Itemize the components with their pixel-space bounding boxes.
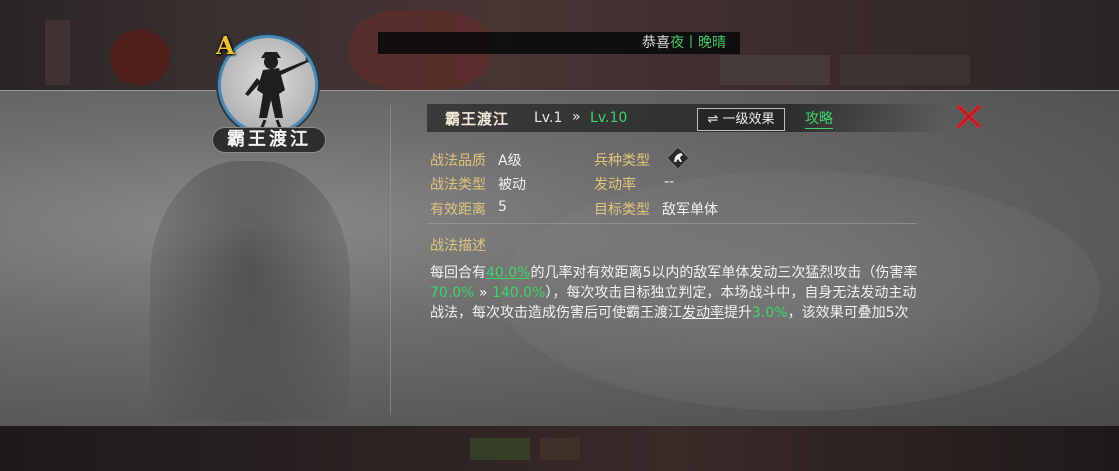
description-title: 战法描述 — [430, 238, 486, 254]
skill-name: 霸王渡江 — [445, 110, 510, 128]
skill-grade-badge: A — [216, 31, 235, 60]
trigger-chance-value[interactable]: 40.0% — [486, 265, 530, 281]
notice-player-name[interactable]: 夜丨晚晴 — [670, 35, 726, 51]
section-divider — [427, 223, 917, 224]
background-bottom — [0, 426, 1119, 471]
close-button[interactable] — [954, 101, 984, 131]
skill-description: 每回合有40.0%的几率对有效距离5以内的敌军单体发动三次猛烈攻击（伤害率70.… — [430, 265, 918, 321]
warrior-silhouette-icon — [245, 52, 313, 131]
attr-rate-value: -- — [664, 174, 675, 190]
notice-prefix: 恭喜 — [642, 35, 670, 51]
panel-divider — [390, 105, 391, 415]
guide-link[interactable]: 攻略 — [805, 110, 833, 129]
skill-detail-panel — [0, 90, 1119, 426]
damage-rate-max: 140.0% — [491, 285, 546, 301]
attr-target-label: 目标类型 — [594, 202, 650, 218]
attr-quality-value: A级 — [498, 153, 522, 169]
attr-type: 战法类型 被动 — [430, 174, 526, 194]
attr-type-label: 战法类型 — [430, 177, 486, 193]
level-effect-toggle-button[interactable]: ⇌ 一级效果 — [697, 108, 785, 131]
horse-icon — [666, 146, 690, 170]
close-icon — [957, 105, 981, 128]
skill-name-plate: 霸王渡江 — [212, 127, 326, 153]
attr-quality-label: 战法品质 — [430, 153, 486, 169]
broadcast-notice: 恭喜夜丨晚晴 — [378, 32, 740, 54]
attr-target: 目标类型 敌军单体 — [594, 199, 718, 219]
level-max: Lv.10 — [590, 110, 628, 126]
trigger-rate-term-link[interactable]: 发动率 — [682, 305, 724, 321]
skill-portrait: A — [216, 31, 318, 135]
attr-range-value: 5 — [498, 199, 507, 215]
attr-target-value: 敌军单体 — [662, 202, 718, 218]
attr-type-value: 被动 — [498, 177, 526, 193]
attr-troop: 兵种类型 — [594, 150, 650, 170]
attr-troop-label: 兵种类型 — [594, 153, 650, 169]
attr-rate-label: 发动率 — [594, 177, 636, 193]
damage-rate-min: 70.0% — [430, 285, 475, 301]
level-current: Lv.1 — [534, 110, 563, 126]
rate-increase-value: 3.0% — [752, 305, 788, 321]
attr-rate: 发动率 -- — [594, 174, 674, 194]
attr-quality: 战法品质 A级 — [430, 150, 522, 170]
level-arrow-icon: » — [572, 109, 581, 125]
attr-range: 有效距离 5 — [430, 199, 507, 219]
attr-range-label: 有效距离 — [430, 202, 486, 218]
